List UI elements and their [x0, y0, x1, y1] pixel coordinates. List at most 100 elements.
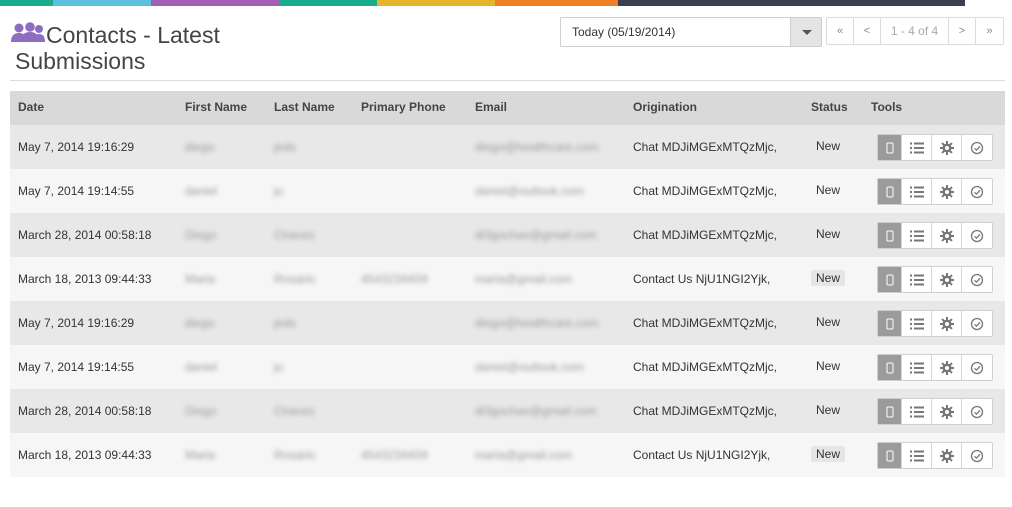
table-row[interactable]: May 7, 2014 19:16:29 diego jeds diego@he…	[10, 125, 1005, 169]
row-phone: 4543234434	[361, 448, 428, 462]
list-button[interactable]	[902, 223, 932, 248]
list-button[interactable]	[902, 399, 932, 424]
schedule-button[interactable]	[962, 267, 992, 292]
list-button[interactable]	[902, 355, 932, 380]
row-date: May 7, 2014 19:16:29	[18, 316, 135, 330]
column-first-name[interactable]: First Name	[185, 100, 247, 114]
mobile-button[interactable]	[878, 267, 902, 292]
row-date: March 28, 2014 00:58:18	[18, 228, 152, 242]
table-row[interactable]: March 28, 2014 00:58:18 Diego Chavez dl3…	[10, 389, 1005, 433]
column-origination[interactable]: Origination	[633, 100, 697, 114]
column-email[interactable]: Email	[475, 100, 507, 114]
column-status[interactable]: Status	[811, 100, 848, 114]
mobile-button[interactable]	[878, 399, 902, 424]
pagination: « < 1 - 4 of 4 > »	[826, 17, 1004, 45]
strip-segment	[53, 0, 151, 6]
status-badge: New	[816, 183, 841, 197]
row-last-name: ju	[274, 360, 284, 374]
table-body: May 7, 2014 19:16:29 diego jeds diego@he…	[10, 125, 1005, 477]
date-filter-value: Today (05/19/2014)	[572, 25, 676, 39]
list-icon	[909, 318, 924, 329]
row-date: March 18, 2013 09:44:33	[18, 272, 152, 286]
status-badge: New	[811, 446, 846, 462]
chevron-down-icon[interactable]	[790, 18, 821, 46]
mobile-icon	[886, 450, 893, 461]
row-first-name: Diego	[185, 404, 217, 418]
contacts-table: Date First Name Last Name Primary Phone …	[10, 91, 1005, 477]
mobile-button[interactable]	[878, 311, 902, 336]
list-icon	[909, 406, 924, 417]
gear-icon	[939, 316, 954, 331]
mobile-icon	[886, 274, 893, 285]
list-button[interactable]	[902, 135, 932, 160]
row-last-name: Rosario	[274, 272, 316, 286]
status-badge: New	[816, 315, 841, 329]
row-last-name: jeds	[274, 140, 297, 154]
settings-button[interactable]	[932, 311, 962, 336]
schedule-button[interactable]	[962, 223, 992, 248]
row-date: March 18, 2013 09:44:33	[18, 448, 152, 462]
table-row[interactable]: May 7, 2014 19:16:29 diego jeds diego@he…	[10, 301, 1005, 345]
clock-icon	[970, 229, 984, 242]
clock-icon	[970, 141, 984, 154]
column-last-name[interactable]: Last Name	[274, 100, 335, 114]
row-last-name: Rosario	[274, 448, 316, 462]
table-row[interactable]: May 7, 2014 19:14:55 daniel ju daniel@ou…	[10, 169, 1005, 213]
row-origination: Chat MDJiMGExMTQzMjc,	[633, 316, 777, 330]
schedule-button[interactable]	[962, 179, 992, 204]
column-primary-phone[interactable]: Primary Phone	[361, 100, 446, 114]
date-filter-select[interactable]: Today (05/19/2014)	[560, 17, 822, 47]
list-button[interactable]	[902, 443, 932, 468]
row-first-name: diego	[185, 316, 215, 330]
schedule-button[interactable]	[962, 135, 992, 160]
settings-button[interactable]	[932, 355, 962, 380]
header-divider	[10, 80, 1005, 81]
list-icon	[909, 142, 924, 153]
table-row[interactable]: March 18, 2013 09:44:33 Maria Rosario 45…	[10, 433, 1005, 477]
row-tools	[877, 222, 993, 249]
schedule-button[interactable]	[962, 399, 992, 424]
status-badge: New	[816, 139, 841, 153]
table-row[interactable]: March 18, 2013 09:44:33 Maria Rosario 45…	[10, 257, 1005, 301]
table-row[interactable]: May 7, 2014 19:14:55 daniel ju daniel@ou…	[10, 345, 1005, 389]
row-tools	[877, 178, 993, 205]
list-icon	[909, 230, 924, 241]
settings-button[interactable]	[932, 443, 962, 468]
settings-button[interactable]	[932, 267, 962, 292]
mobile-button[interactable]	[878, 443, 902, 468]
list-button[interactable]	[902, 267, 932, 292]
row-email: daniel@outlook.com	[475, 360, 584, 374]
schedule-button[interactable]	[962, 355, 992, 380]
first-page-button[interactable]: «	[827, 18, 854, 44]
settings-button[interactable]	[932, 135, 962, 160]
settings-button[interactable]	[932, 223, 962, 248]
last-page-button[interactable]: »	[976, 18, 1003, 44]
settings-button[interactable]	[932, 179, 962, 204]
row-tools	[877, 266, 993, 293]
mobile-icon	[886, 230, 893, 241]
row-last-name: jeds	[274, 316, 297, 330]
row-first-name: diego	[185, 140, 215, 154]
schedule-button[interactable]	[962, 443, 992, 468]
prev-page-button[interactable]: <	[854, 18, 881, 44]
row-date: May 7, 2014 19:14:55	[18, 360, 135, 374]
strip-segment	[151, 0, 280, 6]
row-origination: Chat MDJiMGExMTQzMjc,	[633, 140, 777, 154]
column-tools: Tools	[871, 100, 903, 114]
strip-segment-blank	[965, 0, 1012, 6]
mobile-button[interactable]	[878, 223, 902, 248]
mobile-button[interactable]	[878, 179, 902, 204]
table-row[interactable]: March 28, 2014 00:58:18 Diego Chavez dl3…	[10, 213, 1005, 257]
clock-icon	[970, 317, 984, 330]
list-button[interactable]	[902, 179, 932, 204]
mobile-button[interactable]	[878, 135, 902, 160]
row-tools	[877, 354, 993, 381]
column-date[interactable]: Date	[18, 100, 44, 114]
mobile-button[interactable]	[878, 355, 902, 380]
schedule-button[interactable]	[962, 311, 992, 336]
row-last-name: Chavez	[274, 404, 315, 418]
mobile-icon	[886, 142, 893, 153]
list-button[interactable]	[902, 311, 932, 336]
next-page-button[interactable]: >	[949, 18, 976, 44]
settings-button[interactable]	[932, 399, 962, 424]
